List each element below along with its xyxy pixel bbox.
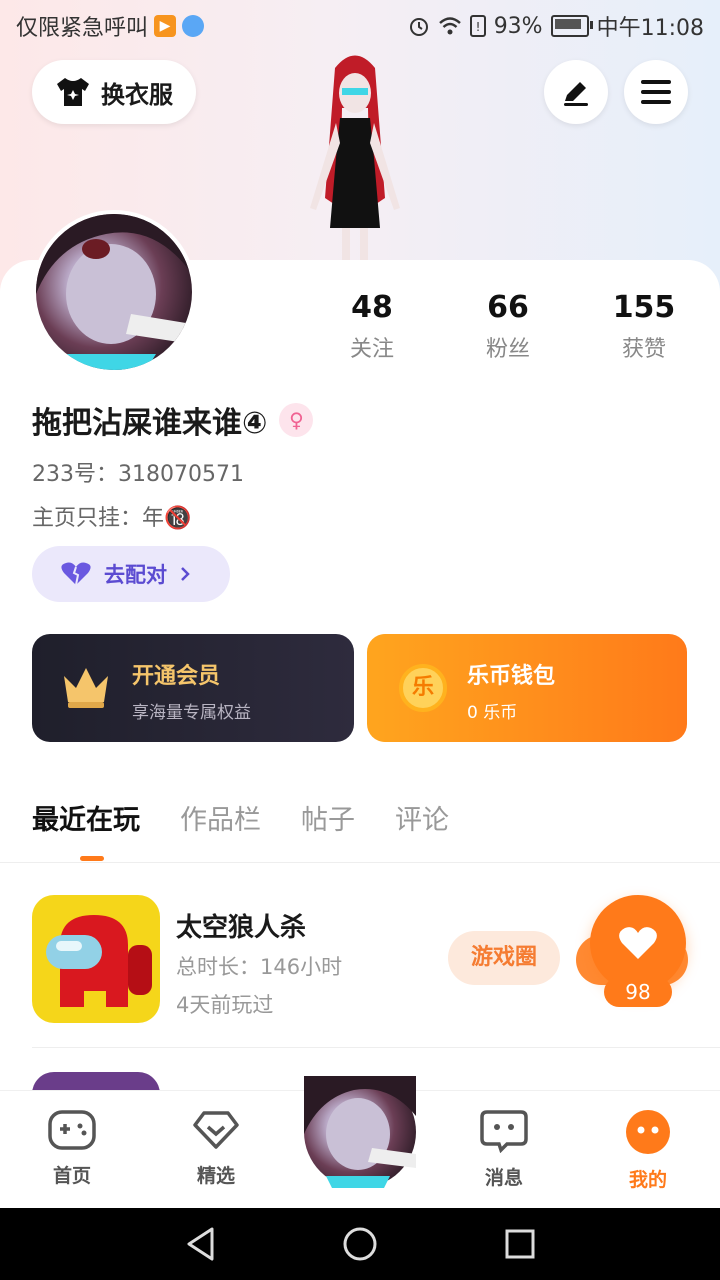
nav-me[interactable]: 我的 [603,1109,693,1192]
profile-name-row: 拖把沾屎谁来谁④ ♀ [32,398,314,442]
nav-me-label: 我的 [628,1169,667,1191]
pencil-icon [564,82,588,106]
profile-bio: 主页只挂：年🔞 [32,506,192,531]
edit-profile-button[interactable] [544,60,608,124]
change-outfit-label: 换衣服 [101,80,173,109]
profile-dots-icon [626,1110,670,1154]
avatar-face-icon [36,214,192,370]
change-outfit-button[interactable]: 换衣服 [32,60,196,124]
match-label: 去配对 [104,563,167,587]
stat-followers[interactable]: 66 粉丝 [448,290,568,363]
tab-active-indicator [80,856,104,861]
menu-button[interactable] [624,60,688,124]
nav-messages[interactable]: 消息 [459,1109,549,1190]
wallet-title: 乐币钱包 [467,664,556,689]
like-count: 98 [604,977,672,1007]
stat-following[interactable]: 48 关注 [312,290,432,363]
user-id[interactable]: 233号：318070571 [32,456,244,488]
likes-label: 获赞 [621,337,666,362]
game-circle-button[interactable]: 游戏圈 [448,931,560,985]
app-notification-icon-2 [182,15,205,37]
game-list-item[interactable]: 太空狼人杀 总时长：146小时 4天前玩过 游戏圈 98 [0,895,720,1025]
tab-comments[interactable]: 评论 [395,798,449,837]
nav-featured-label: 精选 [196,1165,235,1187]
followers-count: 66 [487,290,529,325]
alarm-icon [409,18,428,36]
crewmate-icon [46,915,152,1007]
match-button[interactable]: 去配对 [32,546,230,602]
status-bar: 仅限紧急呼叫 ▶ ! 93% 中午11:08 [0,0,720,50]
row-divider [32,1047,720,1048]
chevron-right-icon [181,567,190,581]
game-total-time: 总时长：146小时 [176,955,343,979]
vip-title: 开通会员 [132,664,221,689]
system-navigation-bar [0,1208,720,1280]
female-gender-icon: ♀ [279,403,314,437]
wallet-card[interactable]: 乐 乐币钱包 0 乐币 [367,634,687,742]
stat-likes[interactable]: 155 获赞 [584,290,704,363]
profile-avatar[interactable] [32,210,196,374]
wifi-icon [438,17,461,35]
wallet-balance: 0 乐币 [467,703,518,723]
menu-icon [641,80,671,104]
gamepad-icon [48,1110,96,1150]
game-name: 太空狼人杀 [176,913,307,943]
tab-posts[interactable]: 帖子 [301,798,355,837]
heart-icon [619,927,657,959]
clock: 中午11:08 [596,16,704,41]
coin-icon: 乐 [399,664,447,712]
carrier-text: 仅限紧急呼叫 [16,16,149,41]
tab-works[interactable]: 作品栏 [180,798,261,837]
home-icon[interactable] [342,1226,378,1262]
crown-icon [64,668,108,708]
nav-avatar-button[interactable] [304,1076,416,1188]
nav-messages-label: 消息 [484,1167,523,1189]
vip-subtitle: 享海量专属权益 [132,703,251,723]
sim-icon: ! [469,15,486,37]
nav-home-label: 首页 [52,1165,91,1187]
likes-count: 155 [612,290,676,325]
app-notification-icon: ▶ [154,15,177,37]
recents-icon[interactable] [504,1228,536,1260]
tabs-divider [0,862,720,863]
game-icon-among-us[interactable] [32,895,160,1023]
nav-home[interactable]: 首页 [27,1109,117,1188]
vip-membership-card[interactable]: 开通会员 享海量专属权益 [32,634,354,742]
tshirt-icon [57,78,89,106]
profile-name: 拖把沾屎谁来谁④ [32,406,268,441]
battery-percent: 93% [493,13,543,39]
avatar-3d-figure[interactable] [290,48,420,260]
heart-split-icon [61,562,91,586]
profile-tabs: 最近在玩 作品栏 帖子 评论 [32,798,449,837]
battery-icon [550,15,593,37]
followers-label: 粉丝 [485,337,530,362]
back-icon[interactable] [184,1226,218,1262]
nav-featured[interactable]: 精选 [171,1109,261,1188]
following-count: 48 [351,290,393,325]
heart-diamond-icon [193,1111,239,1149]
svg-text:!: ! [475,20,480,34]
tab-recent-played[interactable]: 最近在玩 [32,798,140,837]
chat-icon [480,1110,528,1154]
avatar-face-icon [304,1076,416,1188]
game-last-played: 4天前玩过 [176,993,274,1017]
following-label: 关注 [349,337,394,362]
